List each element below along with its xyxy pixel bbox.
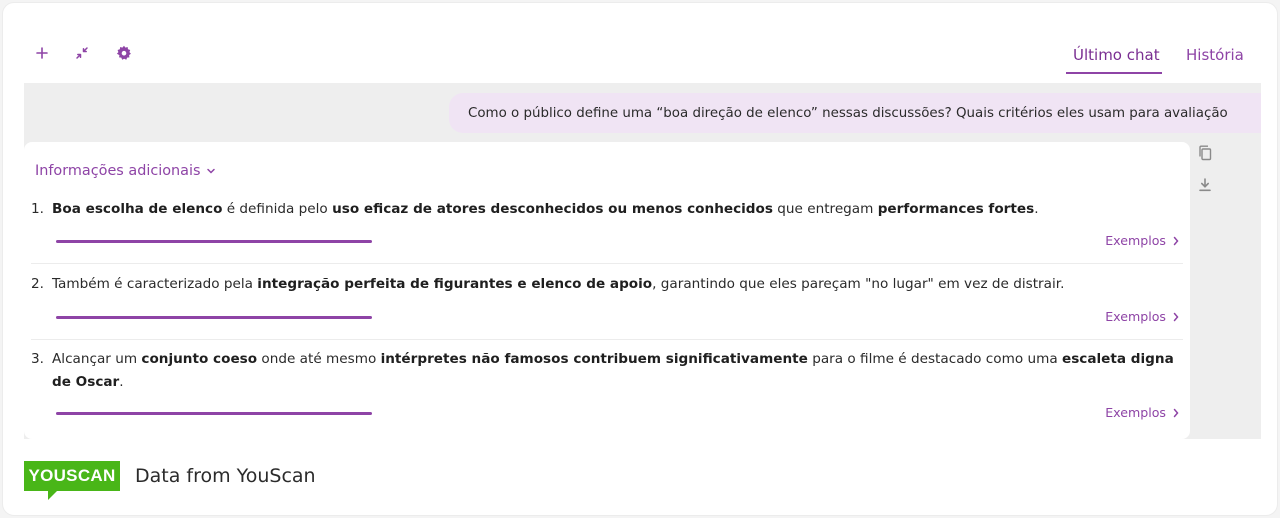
logo-tail bbox=[48, 491, 57, 500]
examples-link[interactable]: Exemplos bbox=[1105, 405, 1180, 420]
youscan-logo: YOUSCAN bbox=[24, 461, 120, 491]
relevance-bar bbox=[56, 240, 372, 243]
more-info-toggle[interactable]: Informações adicionais bbox=[35, 163, 216, 179]
body-text: , garantindo que eles pareçam "no lugar"… bbox=[652, 276, 1065, 292]
item-divider bbox=[31, 339, 1183, 340]
item-number: 2. bbox=[31, 276, 44, 292]
tab-last-chat[interactable]: Último chat bbox=[1073, 46, 1160, 64]
relevance-bar bbox=[56, 412, 372, 415]
emphasis-text: performances fortes bbox=[877, 201, 1035, 217]
item-divider bbox=[31, 263, 1183, 264]
emphasis-text: conjunto coeso bbox=[141, 351, 258, 367]
body-text: onde até mesmo bbox=[257, 351, 381, 367]
collapse-icon[interactable] bbox=[72, 43, 92, 63]
item-text: Boa escolha de elenco é definida pelo us… bbox=[31, 198, 1181, 221]
examples-label: Exemplos bbox=[1105, 405, 1166, 420]
examples-label: Exemplos bbox=[1105, 309, 1166, 324]
emphasis-text: Boa escolha de elenco bbox=[52, 201, 223, 217]
body-text: é definida pelo bbox=[222, 201, 333, 217]
footer-source-text: Data from YouScan bbox=[135, 465, 316, 487]
answer-card: Informações adicionais 1. Boa escolha de… bbox=[24, 142, 1190, 439]
body-text: . bbox=[1034, 201, 1039, 217]
item-text: Também é caracterizado pela integração p… bbox=[31, 273, 1181, 296]
chat-panel: Como o público define uma “boa direção d… bbox=[24, 83, 1261, 439]
examples-link[interactable]: Exemplos bbox=[1105, 309, 1180, 324]
chevron-right-icon bbox=[1173, 312, 1179, 321]
emphasis-text: uso eficaz de atores desconhecidos ou me… bbox=[332, 201, 773, 217]
body-text: . bbox=[119, 374, 124, 390]
list-item: 3. Alcançar um conjunto coeso onde até m… bbox=[31, 348, 1181, 394]
copy-icon[interactable] bbox=[1196, 144, 1214, 162]
more-info-label: Informações adicionais bbox=[35, 163, 201, 179]
download-icon[interactable] bbox=[1196, 176, 1214, 194]
chevron-right-icon bbox=[1173, 236, 1179, 245]
body-text: que entregam bbox=[772, 201, 878, 217]
relevance-bar bbox=[56, 316, 372, 319]
plus-icon[interactable] bbox=[32, 43, 52, 63]
app-frame: Último chat História Como o público defi… bbox=[2, 2, 1278, 516]
user-question-bubble: Como o público define uma “boa direção d… bbox=[449, 93, 1261, 133]
chevron-right-icon bbox=[1173, 408, 1179, 417]
body-text: Alcançar um bbox=[52, 351, 142, 367]
gear-icon[interactable] bbox=[114, 43, 134, 63]
item-number: 1. bbox=[31, 201, 44, 217]
active-tab-indicator bbox=[1066, 72, 1162, 74]
item-number: 3. bbox=[31, 351, 44, 367]
list-item: 2. Também é caracterizado pela integraçã… bbox=[31, 273, 1181, 296]
emphasis-text: integração perfeita de figurantes e elen… bbox=[257, 276, 653, 292]
body-text: Também é caracterizado pela bbox=[52, 276, 258, 292]
list-item: 1. Boa escolha de elenco é definida pelo… bbox=[31, 198, 1181, 221]
chat-toolbar: Último chat História bbox=[24, 25, 1261, 83]
chevron-down-icon bbox=[207, 168, 216, 174]
tab-history[interactable]: História bbox=[1186, 46, 1244, 64]
body-text: para o filme é destacado como uma bbox=[807, 351, 1062, 367]
examples-link[interactable]: Exemplos bbox=[1105, 233, 1180, 248]
item-text: Alcançar um conjunto coeso onde até mesm… bbox=[31, 348, 1181, 394]
emphasis-text: intérpretes não famosos contribuem signi… bbox=[380, 351, 808, 367]
examples-label: Exemplos bbox=[1105, 233, 1166, 248]
